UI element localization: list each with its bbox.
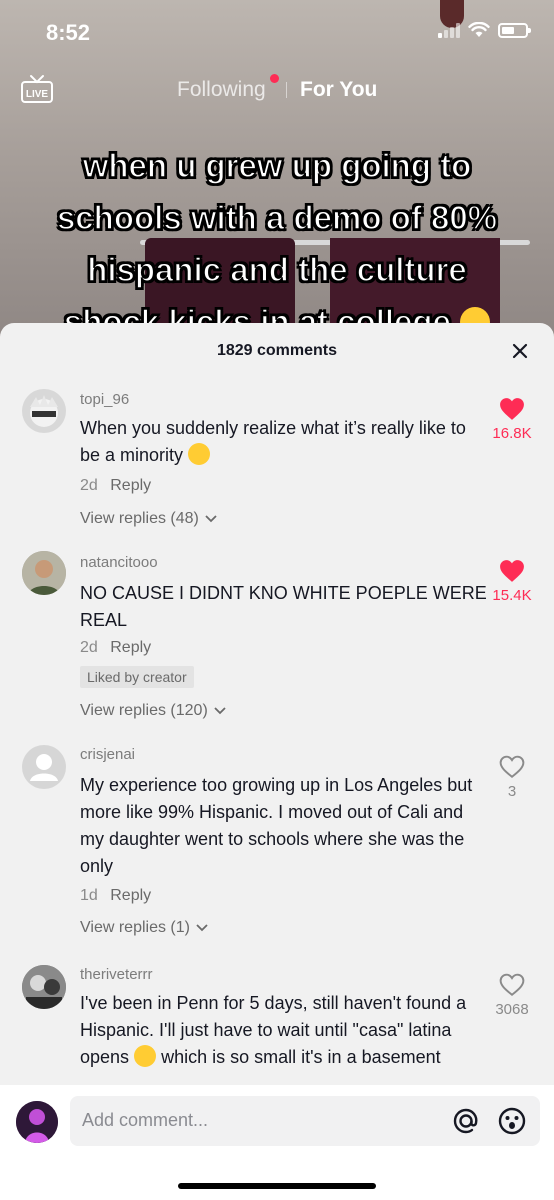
reply-button[interactable]: Reply — [110, 887, 151, 904]
avatar-image — [16, 1101, 58, 1143]
comment-username[interactable]: natancitooo — [80, 554, 158, 571]
avatar[interactable] — [22, 745, 66, 789]
status-bar: 8:52 — [0, 0, 554, 60]
tab-following[interactable]: Following — [177, 78, 266, 102]
following-notification-dot — [270, 74, 279, 83]
battery-icon — [498, 22, 531, 38]
reply-button[interactable]: Reply — [110, 639, 151, 656]
live-icon[interactable]: LIVE — [20, 74, 54, 104]
like-count: 3 — [507, 783, 517, 800]
status-icons — [438, 22, 531, 38]
user-avatar[interactable] — [16, 1101, 58, 1143]
like-button[interactable]: 15.4K — [482, 559, 542, 604]
caption-line: hispanic and the culture — [86, 250, 467, 289]
caption-line: schools with a demo of 80% — [56, 198, 498, 237]
liked-by-creator-badge: Liked by creator — [80, 666, 194, 688]
chevron-down-icon — [196, 924, 208, 932]
add-comment-placeholder: Add comment... — [82, 1110, 209, 1130]
heart-filled-icon — [500, 398, 524, 420]
video-caption: when u grew up going to schools with a d… — [0, 140, 554, 348]
heart-filled-icon — [500, 560, 524, 582]
avatar-image — [30, 395, 58, 427]
comment-item: theriveterrr I've been in Penn for 5 day… — [0, 963, 554, 1085]
comments-sheet: 1829 comments topi_96 When you suddenly … — [0, 323, 554, 1200]
comment-username[interactable]: theriveterrr — [80, 966, 153, 983]
comment-meta: 1d Reply — [80, 887, 151, 905]
grimacing-emoji-icon — [134, 1045, 157, 1067]
like-count: 15.4K — [492, 587, 532, 604]
comment-username[interactable]: topi_96 — [80, 391, 129, 408]
status-time: 8:52 — [46, 20, 91, 45]
wifi-icon — [468, 22, 490, 37]
home-indicator[interactable] — [178, 1183, 376, 1189]
avatar-image — [22, 965, 66, 1009]
nav-divider — [286, 82, 287, 98]
live-label: LIVE — [26, 89, 49, 100]
comment-meta: 2d Reply — [80, 639, 151, 657]
avatar[interactable] — [22, 965, 66, 1009]
like-button[interactable]: 16.8K — [482, 397, 542, 442]
comment-meta: 2d Reply — [80, 477, 151, 495]
comment-text: My experience too growing up in Los Ange… — [80, 775, 473, 876]
avatar[interactable] — [22, 551, 66, 595]
comment-age: 2d — [80, 477, 98, 494]
at-mention-icon[interactable] — [450, 1105, 482, 1137]
comment-age: 1d — [80, 887, 98, 904]
like-button[interactable]: 3068 — [482, 973, 542, 1018]
chevron-down-icon — [214, 707, 226, 715]
comment-text: When you suddenly realize what it’s real… — [80, 418, 466, 465]
like-button[interactable]: 3 — [482, 755, 542, 800]
tab-for-you[interactable]: For You — [300, 78, 377, 102]
add-comment-input[interactable]: Add comment... — [70, 1096, 540, 1146]
comment-count: 1829 comments — [216, 342, 338, 359]
comment-text: NO CAUSE I DIDNT KNO WHITE POEPLE WERE R… — [80, 583, 487, 630]
comment-age: 2d — [80, 639, 98, 656]
close-icon[interactable] — [508, 339, 532, 363]
comments-header: 1829 comments — [0, 323, 554, 379]
chevron-down-icon — [205, 515, 217, 523]
comment-username[interactable]: crisjenai — [80, 746, 135, 763]
heart-outline-icon — [499, 755, 525, 778]
heart-outline-icon — [499, 973, 525, 996]
like-count: 16.8K — [492, 425, 532, 442]
emoji-icon[interactable] — [496, 1105, 528, 1137]
avatar-image — [22, 551, 66, 595]
view-replies-button[interactable]: View replies (1) — [80, 919, 209, 937]
caption-line: when u grew up going to — [82, 146, 472, 185]
cellular-signal-icon — [438, 22, 460, 38]
default-avatar-icon — [30, 754, 58, 781]
sweat-smile-emoji-icon — [188, 443, 211, 465]
comment-text: I've been in Penn for 5 days, still have… — [80, 993, 467, 1067]
view-replies-button[interactable]: View replies (48) — [80, 510, 218, 528]
avatar[interactable] — [22, 389, 66, 433]
like-count: 3068 — [495, 1001, 529, 1018]
reply-button[interactable]: Reply — [110, 477, 151, 494]
view-replies-button[interactable]: View replies (120) — [80, 702, 227, 720]
